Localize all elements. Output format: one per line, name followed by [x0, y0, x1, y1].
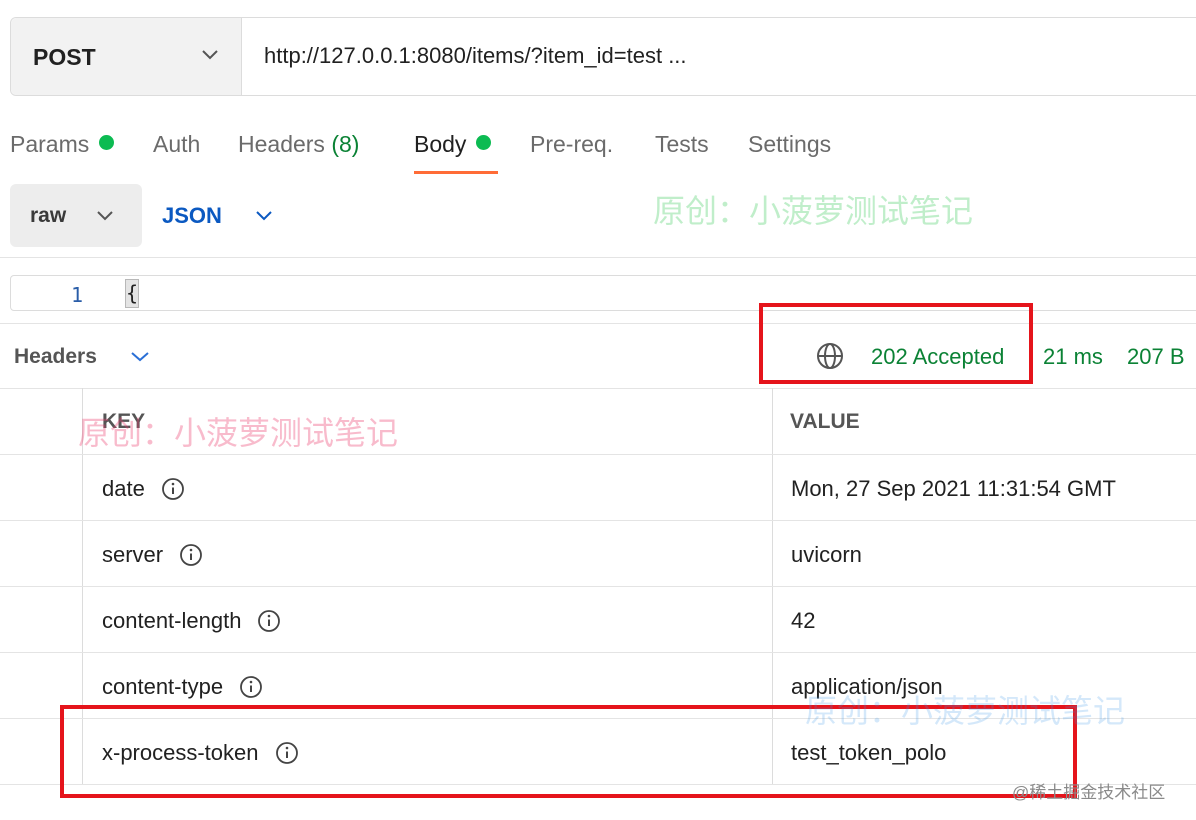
- method-label: POST: [33, 44, 96, 70]
- body-indicator-dot: [476, 135, 492, 150]
- body-language-select[interactable]: JSON: [162, 203, 222, 229]
- row-divider: [0, 586, 1196, 587]
- chevron-down-icon[interactable]: [255, 209, 273, 222]
- tab-headers-label: Headers: [238, 131, 325, 157]
- chevron-down-icon: [97, 211, 113, 221]
- editor-content: {: [125, 279, 139, 308]
- active-tab-underline: [414, 171, 498, 174]
- header-key: date: [102, 476, 185, 502]
- tab-body-label: Body: [414, 131, 467, 157]
- column-header-value: VALUE: [790, 410, 860, 433]
- headers-count: (8): [331, 131, 360, 157]
- chevron-down-icon: [202, 50, 218, 60]
- tab-auth[interactable]: Auth: [153, 131, 200, 158]
- chevron-down-icon[interactable]: [130, 350, 150, 363]
- tab-settings-label: Settings: [748, 131, 832, 157]
- header-key-text: date: [102, 476, 145, 501]
- body-mode-label: raw: [30, 204, 67, 227]
- header-key: content-length: [102, 608, 281, 634]
- header-key: content-type: [102, 674, 263, 700]
- header-key-text: content-type: [102, 674, 224, 699]
- method-select[interactable]: POST: [11, 18, 242, 95]
- info-icon[interactable]: [257, 609, 281, 633]
- header-key: server: [102, 542, 203, 568]
- header-value: Mon, 27 Sep 2021 11:31:54 GMT: [791, 476, 1116, 501]
- tab-pre-request[interactable]: Pre-req.: [530, 131, 613, 158]
- tab-pre-request-label: Pre-req.: [530, 131, 614, 157]
- header-key-text: content-length: [102, 608, 242, 633]
- tab-params[interactable]: Params: [10, 131, 115, 158]
- info-icon[interactable]: [161, 477, 185, 501]
- params-indicator-dot: [99, 135, 115, 150]
- watermark: 原创：小菠萝测试笔记: [805, 692, 1126, 730]
- response-time[interactable]: 21 ms: [1043, 344, 1103, 370]
- request-bar: POST http://127.0.0.1:8080/items/?item_i…: [10, 17, 1196, 96]
- row-divider: [0, 520, 1196, 521]
- header-key-text: server: [102, 542, 164, 567]
- url-input[interactable]: http://127.0.0.1:8080/items/?item_id=tes…: [264, 43, 687, 69]
- site-watermark: @稀土掘金技术社区: [1012, 783, 1166, 802]
- row-divider: [0, 652, 1196, 653]
- tab-params-label: Params: [10, 131, 90, 157]
- row-divider: [0, 454, 1196, 455]
- status-highlight-box: [759, 303, 1033, 384]
- table-top-border: [0, 388, 1196, 389]
- info-icon[interactable]: [179, 543, 203, 567]
- header-value: 42: [791, 608, 816, 633]
- header-value: uvicorn: [791, 542, 862, 567]
- body-mode-select[interactable]: raw: [10, 184, 142, 247]
- tab-headers[interactable]: Headers (8): [238, 131, 359, 158]
- watermark: 原创：小菠萝测试笔记: [653, 192, 974, 230]
- response-size[interactable]: 207 B: [1127, 344, 1185, 370]
- line-number: 1: [71, 283, 84, 307]
- watermark: 原创：小菠萝测试笔记: [78, 414, 399, 452]
- divider: [0, 257, 1196, 258]
- tab-body[interactable]: Body: [414, 131, 492, 158]
- tab-settings[interactable]: Settings: [748, 131, 831, 158]
- tab-tests[interactable]: Tests: [655, 131, 709, 158]
- tab-auth-label: Auth: [153, 131, 201, 157]
- info-icon[interactable]: [239, 675, 263, 699]
- tab-tests-label: Tests: [655, 131, 709, 157]
- response-headers-title[interactable]: Headers: [14, 345, 97, 369]
